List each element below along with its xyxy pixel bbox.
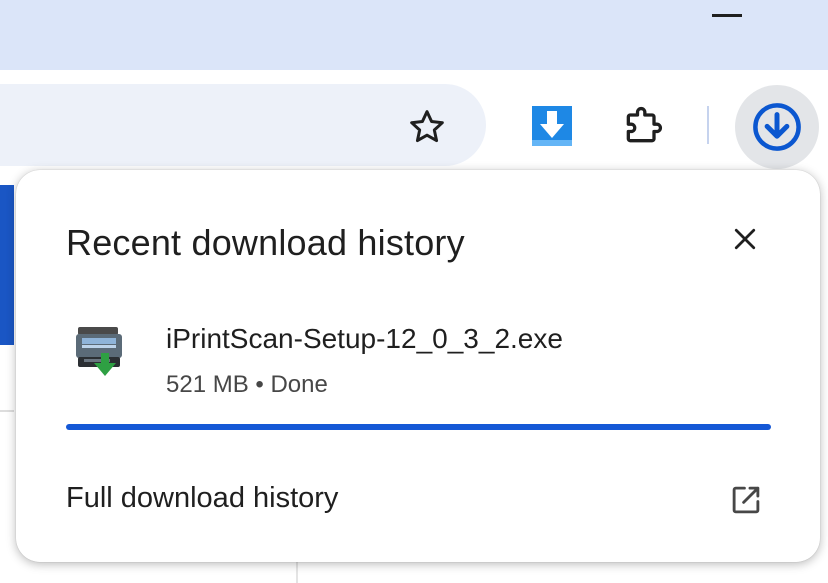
toolbar-divider: [707, 106, 709, 144]
background-page-accent: [0, 185, 14, 345]
printer-scanner-installer-icon: [72, 323, 130, 381]
full-download-history-label: Full download history: [66, 482, 339, 514]
download-progress-bar: [66, 424, 771, 430]
open-in-new-icon: [724, 478, 768, 522]
puzzle-piece-icon[interactable]: [618, 101, 668, 151]
download-circle-icon: [753, 103, 801, 151]
downloads-button[interactable]: [735, 85, 819, 169]
blue-download-arrow-icon[interactable]: [527, 101, 577, 151]
star-icon[interactable]: [404, 104, 450, 150]
minimize-icon[interactable]: [712, 14, 742, 17]
window-titlebar: [0, 0, 828, 70]
download-file-name: iPrintScan-Setup-12_0_3_2.exe: [166, 323, 563, 354]
close-button[interactable]: [722, 216, 768, 262]
full-download-history-link[interactable]: Full download history: [16, 460, 820, 540]
download-item[interactable]: iPrintScan-Setup-12_0_3_2.exe 521 MB • D…: [16, 305, 820, 405]
downloads-panel: Recent download history iPrintScan-Setup…: [16, 170, 820, 562]
background-page-divider: [0, 410, 14, 412]
panel-title: Recent download history: [66, 222, 465, 263]
download-file-status: 521 MB • Done: [166, 371, 328, 398]
close-icon: [734, 228, 756, 250]
